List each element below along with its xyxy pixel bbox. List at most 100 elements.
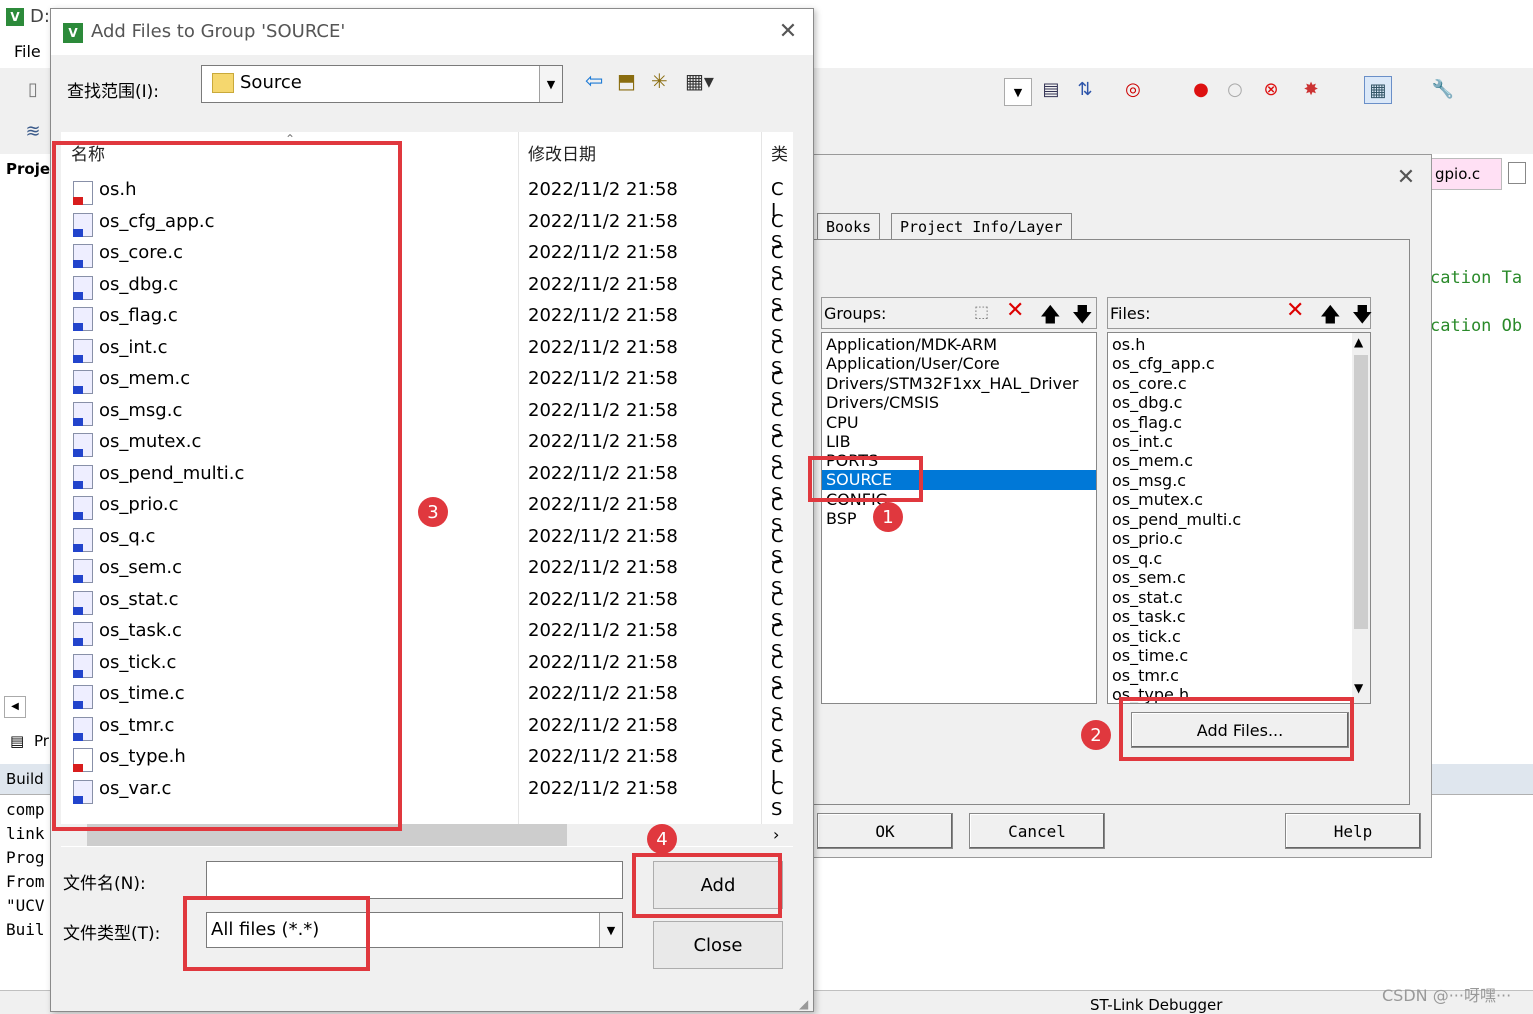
group-item[interactable]: CPU (826, 413, 859, 432)
file-list-item[interactable]: os_sem.c (1112, 568, 1186, 587)
help-button[interactable]: Help (1285, 813, 1421, 849)
close-icon[interactable]: ✕ (773, 17, 803, 47)
file-list-item[interactable]: os_dbg.c (1112, 393, 1182, 412)
group-item[interactable]: BSP (826, 509, 857, 528)
file-icon (1508, 162, 1526, 184)
build-line-6: Buil (6, 920, 45, 939)
folder-icon (212, 73, 234, 93)
file-date: 2022/11/2 21:58 (528, 399, 678, 421)
close-icon[interactable]: ✕ (1391, 163, 1421, 193)
build-line-4: From (6, 872, 45, 891)
code-line-2: cation Ob (1430, 316, 1523, 336)
group-item[interactable]: LIB (826, 432, 851, 451)
project-bottom-tab[interactable]: Pr (34, 732, 49, 750)
filetype-label: 文件类型(T): (63, 924, 161, 944)
file-list-item[interactable]: os_tmr.c (1112, 666, 1179, 685)
file-list-item[interactable]: os_mem.c (1112, 451, 1193, 470)
files-scroll-thumb[interactable] (1354, 355, 1368, 629)
settings-wrench-icon[interactable]: 🔧 (1430, 76, 1456, 102)
file-date: 2022/11/2 21:58 (528, 431, 678, 452)
move-up-icon[interactable]: 🡅 (1040, 300, 1061, 334)
delete-file-icon[interactable]: ✕ (1286, 298, 1304, 323)
build-line-3: Prog (6, 848, 45, 867)
file-list-item[interactable]: os_stat.c (1112, 588, 1183, 607)
group-item[interactable]: Drivers/STM32F1xx_HAL_Driver (826, 374, 1079, 393)
build-target-icon[interactable]: ▤ (1038, 76, 1064, 102)
breakpoint-kill-icon[interactable]: ✸ (1298, 76, 1324, 102)
close-button[interactable]: Close (653, 921, 783, 969)
chevron-down-icon[interactable]: ▼ (599, 913, 622, 947)
filename-label: 文件名(N): (63, 874, 146, 894)
file-list-item[interactable]: os_core.c (1112, 374, 1187, 393)
group-item[interactable]: Application/User/Core (826, 354, 1000, 373)
file-date: 2022/11/2 21:58 (528, 620, 678, 641)
build-line-5: "UCV (6, 896, 45, 915)
debug-start-icon[interactable]: ◎ (1120, 76, 1146, 102)
tab-books[interactable]: Books (817, 213, 881, 240)
file-date: 2022/11/2 21:58 (528, 242, 678, 263)
cancel-button[interactable]: Cancel (969, 813, 1105, 849)
breakpoint-disabled-icon[interactable]: ○ (1222, 76, 1248, 102)
breakpoint-clear-icon[interactable]: ⊗ (1258, 76, 1284, 102)
resize-grip-icon[interactable]: ◢ (799, 997, 808, 1011)
file-list-item[interactable]: os_msg.c (1112, 471, 1186, 490)
file-list-item[interactable]: os_mutex.c (1112, 490, 1203, 509)
code-line-1: cation Ta (1430, 268, 1523, 288)
file-date: 2022/11/2 21:58 (528, 557, 678, 578)
build-panel-title: Build (6, 770, 44, 788)
new-folder-icon[interactable]: ✳ (651, 69, 668, 93)
back-arrow-icon[interactable]: ⇦ (585, 69, 603, 94)
editor-tab-gpio[interactable]: gpio.c (1430, 158, 1502, 190)
ok-button[interactable]: OK (817, 813, 953, 849)
project-tab-icon[interactable]: ▤ (10, 732, 24, 750)
editor-tab-label: gpio.c (1435, 165, 1481, 183)
file-date: 2022/11/2 21:58 (528, 651, 678, 673)
chevron-down-icon[interactable]: ▼ (1354, 681, 1363, 695)
column-header-type[interactable]: 类 (771, 140, 788, 165)
highlight-filetype (183, 896, 370, 971)
file-list-item[interactable]: os_int.c (1112, 432, 1173, 451)
dropdown-icon[interactable]: ▼ (1004, 78, 1032, 106)
file-list-item[interactable]: os_q.c (1112, 549, 1162, 568)
chevron-up-icon[interactable]: ▲ (1354, 335, 1363, 349)
download-icon[interactable]: ⇅ (1072, 76, 1098, 102)
tab-project-info[interactable]: Project Info/Layer (891, 213, 1072, 240)
file-list-item[interactable]: os_pend_multi.c (1112, 510, 1241, 529)
ide-title-text: D: (30, 6, 50, 27)
file-move-up-icon[interactable]: 🡅 (1320, 300, 1341, 334)
new-file-icon[interactable]: ▯ (20, 76, 46, 102)
group-item[interactable]: Application/MDK-ARM (826, 335, 997, 354)
file-date: 2022/11/2 21:58 (528, 494, 678, 515)
file-date: 2022/11/2 21:58 (528, 462, 678, 484)
file-move-down-icon[interactable]: 🡇 (1352, 300, 1373, 334)
file-list-item[interactable]: os_prio.c (1112, 529, 1183, 548)
project-panel-scroll-left[interactable]: ◀ (4, 696, 26, 718)
file-list-item[interactable]: os_task.c (1112, 607, 1186, 626)
file-date: 2022/11/2 21:58 (528, 777, 678, 799)
files-list[interactable]: os.h os_cfg_app.c os_core.c os_dbg.c os_… (1107, 332, 1371, 704)
lookin-label: 查找范围(I): (67, 82, 160, 102)
file-list-item[interactable]: os_cfg_app.c (1112, 354, 1215, 373)
annotation-badge-4: 4 (647, 824, 677, 854)
groups-list[interactable]: Application/MDK-ARM Application/User/Cor… (821, 332, 1097, 704)
window-layout-icon[interactable]: ▦ (1364, 76, 1392, 104)
group-item[interactable]: Drivers/CMSIS (826, 393, 939, 412)
delete-group-icon[interactable]: ✕ (1006, 298, 1024, 323)
column-header-date[interactable]: 修改日期 (528, 140, 596, 165)
move-down-icon[interactable]: 🡇 (1072, 300, 1093, 334)
chevron-right-icon[interactable]: › (773, 825, 779, 844)
file-list-item[interactable]: os_time.c (1112, 646, 1188, 665)
breakpoint-icon[interactable]: ● (1188, 76, 1214, 102)
filename-input[interactable] (206, 861, 623, 899)
file-list-item[interactable]: os_flag.c (1112, 413, 1182, 432)
chevron-down-icon[interactable]: ▼ (539, 66, 562, 102)
up-folder-icon[interactable]: ⬒ (617, 69, 636, 93)
view-menu-icon[interactable]: ▦▾ (685, 69, 714, 93)
file-list-item[interactable]: os.h (1112, 335, 1145, 354)
menu-file[interactable]: File (14, 42, 41, 61)
app-logo-icon: V (6, 8, 24, 26)
new-group-icon[interactable]: ⬚ (974, 302, 989, 321)
file-list-item[interactable]: os_tick.c (1112, 627, 1181, 646)
target-options-icon[interactable]: ≋ (20, 118, 46, 144)
lookin-combobox[interactable]: Source ▼ (201, 65, 563, 103)
